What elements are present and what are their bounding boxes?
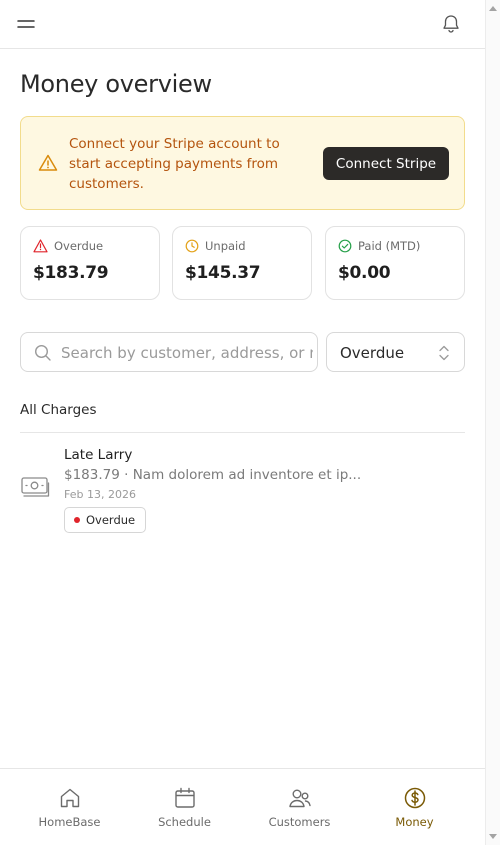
stat-card-overdue: Overdue $183.79	[20, 226, 160, 300]
scroll-up-arrow-icon[interactable]	[489, 6, 497, 11]
stat-card-paid-mtd: Paid (MTD) $0.00	[325, 226, 465, 300]
charge-description: $183.79 · Nam dolorem ad inventore et ip…	[64, 467, 362, 483]
stat-label: Overdue	[54, 239, 104, 253]
connect-stripe-button[interactable]: Connect Stripe	[323, 147, 449, 180]
top-bar	[0, 0, 485, 49]
nav-item-schedule[interactable]: Schedule	[127, 769, 242, 845]
customer-name: Late Larry	[64, 447, 133, 463]
check-circle-icon	[338, 239, 352, 253]
home-icon	[60, 788, 80, 808]
nav-label: Schedule	[158, 815, 211, 829]
dollar-circle-icon	[404, 787, 426, 809]
chevron-up-down-icon	[439, 345, 449, 361]
status-dot-icon	[74, 517, 80, 523]
page-title: Money overview	[20, 70, 212, 98]
section-title-all-charges: All Charges	[20, 402, 97, 418]
bell-icon	[443, 15, 459, 33]
nav-item-money[interactable]: Money	[357, 769, 472, 845]
warning-icon	[38, 154, 58, 171]
search-input[interactable]	[61, 341, 313, 365]
charge-list-item[interactable]: Late Larry $183.79 · Nam dolorem ad inve…	[20, 440, 465, 540]
stat-card-unpaid: Unpaid $145.37	[172, 226, 312, 300]
notifications-button[interactable]	[439, 12, 463, 36]
nav-label: Customers	[268, 815, 331, 829]
stat-value: $145.37	[185, 263, 261, 283]
scrollbar[interactable]	[485, 0, 500, 845]
filter-selected-value: Overdue	[340, 344, 405, 362]
menu-button[interactable]	[14, 12, 38, 36]
search-icon	[34, 344, 51, 361]
scroll-down-arrow-icon[interactable]	[489, 834, 497, 839]
nav-label: HomeBase	[38, 815, 101, 829]
bottom-navigation: HomeBase Schedule Customers Money	[0, 768, 485, 845]
charge-date: Feb 13, 2026	[64, 488, 136, 501]
nav-item-customers[interactable]: Customers	[242, 769, 357, 845]
divider	[20, 432, 465, 433]
clock-icon	[185, 239, 199, 253]
stat-value: $183.79	[33, 263, 109, 283]
status-badge: Overdue	[64, 507, 147, 533]
banner-message: Connect your Stripe account to start acc…	[69, 136, 280, 192]
stripe-connect-banner: Connect your Stripe account to start acc…	[20, 116, 465, 210]
cash-icon	[21, 477, 50, 497]
stat-value: $0.00	[338, 263, 391, 283]
money-overview-screen: Money overview Connect your Stripe accou…	[0, 0, 485, 845]
status-badge-label: Overdue	[86, 513, 136, 527]
nav-item-homebase[interactable]: HomeBase	[12, 769, 127, 845]
nav-label: Money	[395, 815, 434, 829]
status-filter-select[interactable]: Overdue	[326, 332, 465, 372]
search-box	[20, 332, 318, 372]
alert-triangle-icon	[33, 239, 48, 253]
stat-label: Paid (MTD)	[358, 239, 421, 253]
users-icon	[289, 789, 311, 808]
menu-icon	[17, 20, 35, 28]
stat-label: Unpaid	[205, 239, 246, 253]
calendar-icon	[175, 787, 195, 808]
